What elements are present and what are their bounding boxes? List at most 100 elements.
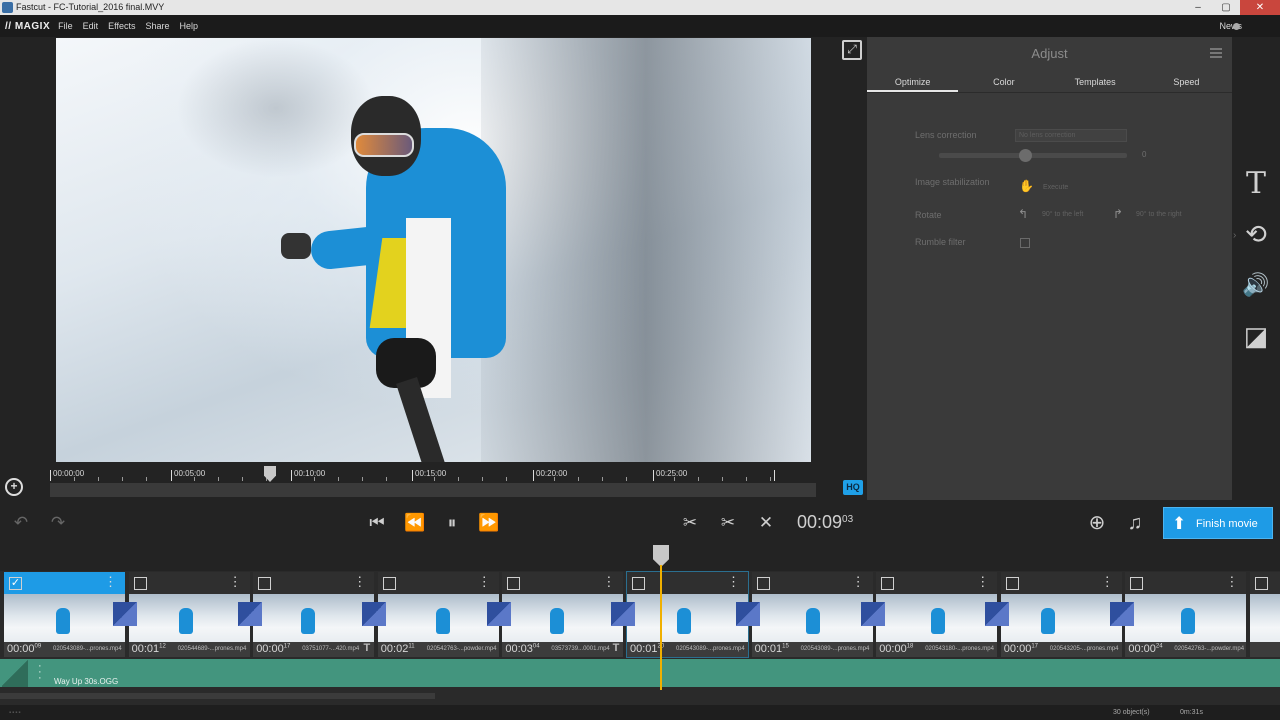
clip-checkbox[interactable] [258, 577, 272, 590]
transition-icon[interactable] [362, 602, 387, 626]
rotate-left-button[interactable]: 90° to the left [1042, 211, 1083, 218]
clip-checkbox[interactable] [1130, 577, 1144, 590]
timeline-scrollbar-thumb[interactable] [0, 693, 435, 699]
timeline-clip[interactable]: ⋮ 00:0304 03573739...0001.mp4 T [502, 572, 624, 657]
fullscreen-icon[interactable]: ⤢ [842, 40, 862, 60]
redo-icon[interactable]: ↷ [47, 512, 69, 534]
audio-fade-in[interactable] [2, 659, 28, 687]
timeline-clip[interactable]: ⋮ 00:0211 020542763-...powder.mp4 [377, 572, 499, 657]
timeline-clip[interactable]: ⋮ 00:0017 020543205-...prones.mp4 [1000, 572, 1122, 657]
clip-menu-icon[interactable]: ⋮ [1101, 574, 1114, 590]
clip-thumbnail[interactable] [1125, 594, 1247, 642]
hq-badge[interactable]: HQ [843, 480, 863, 495]
hand-icon[interactable]: ✋ [1019, 179, 1034, 193]
clip-thumbnail[interactable] [1000, 594, 1122, 642]
zoom-in-icon[interactable]: + [5, 478, 23, 496]
clip-menu-icon[interactable]: ⋮ [104, 574, 117, 590]
clip-menu-icon[interactable]: ⋮ [478, 574, 491, 590]
transition-icon[interactable] [611, 602, 636, 626]
timeline-scrollbar[interactable] [0, 690, 1280, 701]
clip-checkbox[interactable] [756, 577, 770, 590]
transition-icon[interactable] [736, 602, 760, 626]
clip-checkbox[interactable] [507, 577, 521, 590]
clip-thumbnail[interactable] [751, 594, 873, 642]
transition-icon[interactable] [237, 602, 262, 626]
clip-thumbnail[interactable] [253, 594, 375, 642]
tab-templates[interactable]: Templates [1050, 73, 1141, 92]
hamburger-menu-icon[interactable] [1210, 48, 1222, 58]
clip-thumbnail[interactable] [502, 594, 624, 642]
effects-tool-icon[interactable]: ⟲ [1242, 220, 1270, 248]
menu-share[interactable]: Share [146, 21, 170, 31]
transition-icon[interactable] [113, 602, 137, 626]
text-tool-icon[interactable]: T [1242, 169, 1270, 199]
timeline-clip[interactable]: ⋮ 00:0024 020542763-...powder.mp4 [1125, 572, 1247, 657]
pause-icon[interactable]: ⏸ [440, 512, 464, 534]
video-preview[interactable] [56, 38, 811, 462]
menu-edit[interactable]: Edit [83, 21, 99, 31]
delete-icon[interactable]: ✕ [754, 512, 778, 534]
preview-ruler[interactable]: 00:00:00 00:05:00 00:10:00 00:15:00 00:20:00… [50, 465, 816, 483]
cut-icon[interactable]: ✂ [716, 512, 740, 534]
timeline-clip-partial[interactable] [1250, 572, 1280, 657]
timeline-clip[interactable]: ⋮ 00:0112 020544689-...prones.mp4 [128, 572, 250, 657]
close-icon[interactable]: ✕ [1240, 0, 1280, 15]
clip-menu-icon[interactable]: ⋮ [727, 574, 740, 590]
clip-checkbox[interactable] [881, 577, 895, 590]
timeline-ruler[interactable] [0, 545, 1280, 571]
menu-file[interactable]: File [58, 21, 73, 31]
rewind-icon[interactable]: ⏪ [402, 512, 428, 534]
rotate-left-icon[interactable]: ↰ [1018, 207, 1028, 221]
preview-scrub-track[interactable] [50, 483, 816, 497]
rumble-filter-checkbox[interactable] [1020, 238, 1030, 248]
clip-menu-icon[interactable]: ⋮ [1225, 574, 1238, 590]
timeline-clip[interactable]: ⋮ 00:0017 03751077-...420.mp4 T [253, 572, 375, 657]
clip-menu-icon[interactable]: ⋮ [602, 574, 615, 590]
clip-checkbox[interactable] [1005, 577, 1019, 590]
stabilization-execute[interactable]: Execute [1043, 184, 1068, 191]
add-music-icon[interactable]: ♫ [1122, 512, 1148, 534]
clip-menu-icon[interactable]: ⋮ [229, 574, 242, 590]
timeline-clip[interactable]: ⋮ 00:0115 020543089-...prones.mp4 [751, 572, 873, 657]
maximize-icon[interactable]: ▢ [1212, 0, 1240, 15]
transition-icon[interactable] [1109, 602, 1134, 626]
undo-icon[interactable]: ↶ [10, 512, 32, 534]
clip-checkbox[interactable] [632, 577, 645, 590]
cut-all-icon[interactable]: ✂ [678, 512, 702, 534]
minimize-icon[interactable]: – [1184, 0, 1212, 15]
lens-correction-slider[interactable] [939, 153, 1127, 158]
menu-help[interactable]: Help [180, 21, 199, 31]
tab-speed[interactable]: Speed [1141, 73, 1232, 92]
clip-menu-icon[interactable]: ⋮ [353, 574, 366, 590]
clip-thumbnail[interactable] [1250, 594, 1280, 642]
timeline-clip[interactable]: ✓ ⋮ 00:0009 020543089-...prones.mp4 [4, 572, 125, 657]
tab-optimize[interactable]: Optimize [867, 73, 959, 92]
clip-menu-icon[interactable]: ⋮ [852, 574, 865, 590]
finish-movie-button[interactable]: ⬆ Finish movie [1163, 507, 1273, 539]
timeline-clip[interactable]: ⋮ 00:0018 020543180-...prones.mp4 [876, 572, 998, 657]
clip-thumbnail[interactable] [4, 594, 125, 642]
audio-tool-icon[interactable]: 🔊 [1242, 271, 1270, 299]
clip-menu-icon[interactable]: ⋮ [976, 574, 989, 590]
lens-correction-slider-knob[interactable] [1019, 149, 1033, 162]
clip-checkbox[interactable] [133, 577, 147, 590]
clip-thumbnail[interactable] [627, 594, 748, 642]
clip-checkbox[interactable] [1255, 577, 1268, 590]
skip-to-start-icon[interactable]: ⏮ [366, 512, 388, 534]
rotate-right-icon[interactable]: ↱ [1113, 207, 1123, 221]
fade-tool-icon[interactable]: ◪ [1242, 322, 1270, 350]
timeline-clip[interactable]: ⋮ 00:0120020543089-...prones.mp4 [626, 571, 749, 658]
transition-icon[interactable] [860, 602, 885, 626]
audio-track[interactable]: · · · Way Up 30s.OGG [0, 659, 1280, 687]
clip-thumbnail[interactable] [377, 594, 499, 642]
lens-correction-select[interactable]: No lens correction [1015, 129, 1127, 142]
audio-menu-icon[interactable]: · · · [38, 661, 42, 684]
transition-icon[interactable] [985, 602, 1010, 626]
menu-effects[interactable]: Effects [108, 21, 135, 31]
clip-checkbox[interactable]: ✓ [9, 577, 22, 590]
clip-thumbnail[interactable] [128, 594, 250, 642]
add-video-icon[interactable]: ⊕ [1084, 512, 1110, 534]
timeline-playhead-line[interactable] [660, 565, 662, 690]
clip-thumbnail[interactable] [876, 594, 998, 642]
fast-forward-icon[interactable]: ⏩ [476, 512, 502, 534]
